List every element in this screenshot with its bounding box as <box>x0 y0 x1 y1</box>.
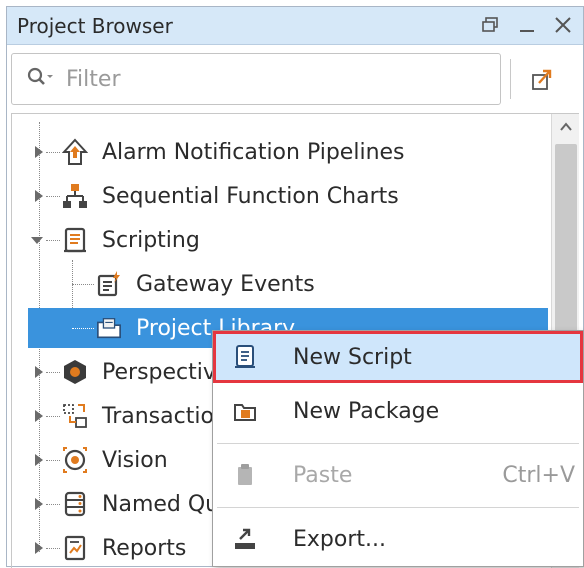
sfc-icon <box>62 182 88 210</box>
tree-item-label: Reports <box>102 535 187 561</box>
filter-row <box>7 45 583 111</box>
gateway-events-icon <box>96 270 122 298</box>
new-script-icon <box>231 343 259 371</box>
filter-input[interactable] <box>64 65 464 93</box>
menu-item-new-package[interactable]: New Package <box>213 385 583 437</box>
tree-item-alarm-notification-pipelines[interactable]: Alarm Notification Pipelines <box>12 132 548 172</box>
divider <box>510 59 511 99</box>
scroll-up-icon[interactable] <box>558 120 574 134</box>
tree-item-label: Scripting <box>102 227 200 253</box>
title-buttons <box>479 13 575 37</box>
alarm-pipeline-icon <box>62 138 88 166</box>
tree-item-label: Sequential Function Charts <box>102 183 399 209</box>
menu-item-label: Export... <box>293 526 386 552</box>
expand-arrow-icon[interactable] <box>32 189 46 203</box>
search-icon[interactable] <box>26 66 54 92</box>
menu-item-label: Paste <box>293 462 353 488</box>
perspective-icon <box>62 358 88 386</box>
expand-arrow-icon[interactable] <box>32 541 46 555</box>
menu-item-paste[interactable]: Paste Ctrl+V <box>213 449 583 501</box>
menu-item-export[interactable]: Export... <box>213 513 583 565</box>
new-package-icon <box>231 397 259 425</box>
transaction-icon <box>62 402 88 430</box>
restore-icon[interactable] <box>479 13 503 37</box>
expand-arrow-icon[interactable] <box>32 409 46 423</box>
panel-titlebar[interactable]: Project Browser <box>7 7 583 45</box>
tree-item-sequential-function-charts[interactable]: Sequential Function Charts <box>12 176 548 216</box>
project-library-icon <box>96 314 122 342</box>
scroll-thumb[interactable] <box>555 144 577 334</box>
tree-item-label: Gateway Events <box>136 271 315 297</box>
tree-item-label: Vision <box>102 447 168 473</box>
vision-icon <box>62 446 88 474</box>
menu-item-label: New Package <box>293 398 440 424</box>
menu-item-label: New Script <box>293 344 412 370</box>
tree-item-label: Perspective <box>102 359 230 385</box>
minimize-icon[interactable] <box>515 13 539 37</box>
link-editor-icon[interactable] <box>525 63 559 97</box>
named-query-icon <box>62 490 88 518</box>
export-icon <box>231 525 259 553</box>
collapse-arrow-icon[interactable] <box>30 233 44 247</box>
expand-arrow-icon[interactable] <box>32 145 46 159</box>
reports-icon <box>62 534 88 562</box>
menu-separator <box>217 443 579 444</box>
filter-field[interactable] <box>11 53 501 105</box>
scripting-icon <box>62 226 88 254</box>
tree-item-label: Alarm Notification Pipelines <box>102 139 405 165</box>
close-icon[interactable] <box>551 13 575 37</box>
tree-item-scripting[interactable]: Scripting <box>12 220 548 260</box>
paste-icon <box>231 461 259 489</box>
expand-arrow-icon[interactable] <box>32 453 46 467</box>
context-menu: New Script New Package Paste Ctrl+V Expo… <box>212 330 584 567</box>
panel-title: Project Browser <box>17 13 173 38</box>
tree-item-gateway-events[interactable]: Gateway Events <box>12 264 548 304</box>
shortcut-label: Ctrl+V <box>502 462 575 488</box>
expand-arrow-icon[interactable] <box>32 365 46 379</box>
menu-separator <box>217 507 579 508</box>
menu-item-new-script[interactable]: New Script <box>213 331 583 383</box>
expand-arrow-icon[interactable] <box>32 497 46 511</box>
